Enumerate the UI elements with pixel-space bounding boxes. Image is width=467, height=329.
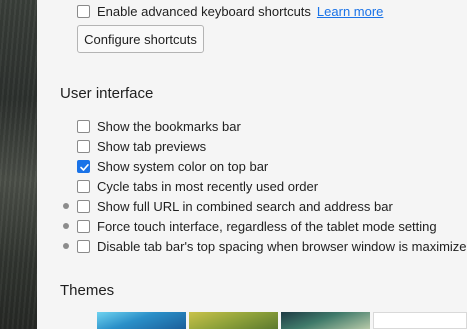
tab-bar-spacing-checkbox[interactable] [77,239,90,253]
theme-thumbnail-dark[interactable] [281,312,370,329]
system-color-checkbox[interactable] [77,159,90,173]
theme-thumbnail-blue[interactable] [97,312,186,329]
themes-heading: Themes [60,282,115,299]
option-label: Show full URL in combined search and add… [97,198,393,214]
option-label: Show tab previews [97,138,207,154]
modified-indicator-dot [63,203,69,209]
option-label: Show system color on top bar [97,158,269,174]
advanced-shortcuts-checkbox[interactable] [77,4,90,18]
theme-thumbnail-light[interactable] [373,312,467,329]
advanced-shortcuts-row[interactable]: Enable advanced keyboard shortcuts Learn… [77,2,383,20]
advanced-shortcuts-label: Enable advanced keyboard shortcuts [97,3,311,19]
modified-indicator-dot [63,223,69,229]
option-row-force-touch[interactable]: Force touch interface, regardless of the… [77,217,437,235]
option-row-bookmarks-bar[interactable]: Show the bookmarks bar [77,117,241,135]
option-row-cycle-tabs[interactable]: Cycle tabs in most recently used order [77,177,318,195]
option-row-full-url[interactable]: Show full URL in combined search and add… [77,197,393,215]
option-row-system-color[interactable]: Show system color on top bar [77,157,268,175]
theme-thumbnail-green[interactable] [189,312,278,329]
option-row-tab-bar-spacing[interactable]: Disable tab bar's top spacing when brows… [77,237,467,255]
bookmarks-bar-checkbox[interactable] [77,119,90,133]
background-wallpaper-strip [0,0,37,329]
full-url-checkbox[interactable] [77,199,90,213]
option-row-tab-previews[interactable]: Show tab previews [77,137,206,155]
configure-shortcuts-button[interactable]: Configure shortcuts [77,25,204,53]
checkmark-icon [80,163,89,171]
option-label: Force touch interface, regardless of the… [97,218,437,234]
option-label: Disable tab bar's top spacing when brows… [97,238,467,254]
tab-previews-checkbox[interactable] [77,139,90,153]
modified-indicator-dot [63,243,69,249]
learn-more-link[interactable]: Learn more [317,4,383,19]
option-label: Show the bookmarks bar [97,118,241,134]
user-interface-heading: User interface [60,85,154,102]
cycle-tabs-checkbox[interactable] [77,179,90,193]
option-label: Cycle tabs in most recently used order [97,178,319,194]
force-touch-checkbox[interactable] [77,219,90,233]
